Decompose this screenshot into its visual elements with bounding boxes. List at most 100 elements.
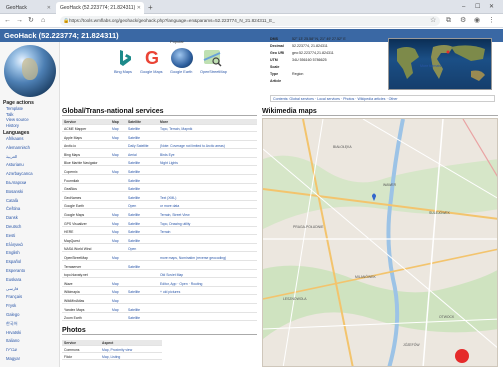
more-links[interactable]: + old pictures: [160, 289, 257, 295]
maximize-icon[interactable]: ☐: [475, 1, 480, 13]
map-link[interactable]: Map: [112, 289, 126, 295]
sidebar-language-item[interactable]: Azərbaycanca: [6, 171, 33, 176]
home-icon[interactable]: ⌂: [41, 15, 45, 27]
sidebar-action-item[interactable]: Template: [6, 106, 23, 111]
map-link[interactable]: Map: [112, 255, 126, 261]
satellite-link[interactable]: Satellite: [128, 135, 158, 141]
sidebar-language-item[interactable]: Galego: [6, 312, 20, 317]
map-link[interactable]: Map: [112, 238, 126, 244]
sidebar-language-item[interactable]: Hrvatski: [6, 330, 21, 335]
satellite-link[interactable]: Satellite: [128, 229, 158, 235]
sidebar-language-item[interactable]: Français: [6, 294, 22, 299]
more-links[interactable]: Topo, Drawing utility: [160, 221, 257, 227]
info-value[interactable]: 34U 556160 5786625: [292, 58, 327, 62]
star-icon[interactable]: ☆: [430, 15, 436, 27]
info-value[interactable]: Region: [292, 72, 303, 76]
info-value[interactable]: geo:52.223774,21.824311: [292, 51, 334, 55]
sidebar-language-item[interactable]: Bosanski: [6, 189, 23, 194]
more-links[interactable]: Birds Eye: [160, 152, 257, 158]
more-links[interactable]: (Note: Coverage not limited to Arctic ar…: [160, 143, 257, 149]
menu-icon[interactable]: ⋮: [488, 15, 495, 27]
photo-aspect-link[interactable]: Map, Listing: [102, 354, 162, 360]
satellite-link[interactable]: Daily Satellite: [128, 143, 158, 149]
forward-icon[interactable]: →: [16, 15, 23, 27]
satellite-link[interactable]: Satellite: [128, 289, 158, 295]
sidebar-language-item[interactable]: Dansk: [6, 215, 18, 220]
sidebar-language-item[interactable]: Euskara: [6, 277, 21, 282]
satellite-link[interactable]: Satellite: [128, 307, 158, 313]
satellite-link[interactable]: Satellite: [128, 186, 158, 192]
more-links[interactable]: Topo, Terrain, Mapnik: [160, 126, 257, 132]
profile-icon[interactable]: ◉: [474, 15, 480, 27]
close-icon[interactable]: ✕: [47, 2, 51, 14]
more-links[interactable]: more maps, Nominatim (reverse geocoding): [160, 255, 257, 261]
reload-icon[interactable]: ↻: [28, 15, 34, 27]
osm-icon[interactable]: [201, 48, 223, 68]
satellite-link[interactable]: Satellite: [128, 178, 158, 184]
more-links[interactable]: Night Lights: [160, 160, 257, 166]
map-link[interactable]: Map: [112, 169, 126, 175]
satellite-link[interactable]: Open: [128, 246, 158, 252]
satellite-link[interactable]: Satellite: [128, 160, 158, 166]
satellite-link[interactable]: Open: [128, 203, 158, 209]
sidebar-language-item[interactable]: Català: [6, 198, 18, 203]
browser-tab-1[interactable]: GeoHack ✕: [2, 2, 54, 14]
map-link[interactable]: Map: [112, 229, 126, 235]
location-marker-icon[interactable]: [455, 349, 469, 363]
sidebar-language-item[interactable]: 한국어: [6, 321, 18, 327]
sidebar-language-item[interactable]: Español: [6, 259, 21, 264]
settings-icon[interactable]: ⚙: [460, 15, 466, 27]
google-earth-link[interactable]: Google Earth: [170, 70, 192, 74]
more-formats-link[interactable]: More formats: [420, 64, 441, 68]
extensions-icon[interactable]: ⧉: [446, 15, 451, 27]
map-link[interactable]: Map: [112, 152, 126, 158]
back-icon[interactable]: ←: [4, 15, 11, 27]
map-link[interactable]: Map: [112, 135, 126, 141]
bing-icon[interactable]: [113, 48, 135, 68]
map-link[interactable]: Map: [112, 221, 126, 227]
bing-maps-link[interactable]: Bing Maps: [114, 70, 132, 74]
more-links[interactable]: or more data: [160, 203, 257, 209]
photo-aspect-link[interactable]: Map, Proximity view: [102, 347, 162, 353]
sidebar-language-item[interactable]: Български: [6, 180, 26, 185]
sidebar-language-item[interactable]: Alemannisch: [6, 145, 30, 150]
more-links[interactable]: Terrain: [160, 229, 257, 235]
sidebar-action-item[interactable]: Talk: [6, 112, 13, 117]
sidebar-language-item[interactable]: עברית: [6, 347, 17, 352]
sidebar-language-item[interactable]: العربية: [6, 154, 17, 159]
map-link[interactable]: Map: [112, 307, 126, 313]
satellite-link[interactable]: Aerial: [128, 152, 158, 158]
address-bar[interactable]: https://tools.wmflabs.org/geohack/geohac…: [60, 16, 440, 26]
sidebar-language-item[interactable]: Deutsch: [6, 224, 21, 229]
sidebar-action-item[interactable]: View source: [6, 117, 29, 122]
more-links[interactable]: Old Soviet Map: [160, 272, 257, 278]
map-link[interactable]: Map: [112, 212, 126, 218]
map-link[interactable]: Map: [112, 298, 126, 304]
sidebar-language-item[interactable]: Eesti: [6, 233, 15, 238]
earth-icon[interactable]: [171, 48, 193, 68]
info-value[interactable]: 52.223774, 21.824311: [292, 44, 328, 48]
google-icon[interactable]: G: [141, 48, 163, 68]
satellite-link[interactable]: Satellite: [128, 212, 158, 218]
satellite-link[interactable]: Satellite: [128, 195, 158, 201]
sidebar-language-item[interactable]: فارسی: [6, 286, 18, 291]
sidebar-language-item[interactable]: Esperanto: [6, 268, 25, 273]
more-links[interactable]: Terrain, Street View: [160, 212, 257, 218]
close-window-icon[interactable]: ✕: [489, 1, 494, 13]
sidebar-language-item[interactable]: Italiano: [6, 338, 20, 343]
satellite-link[interactable]: Satellite: [128, 264, 158, 270]
sidebar-action-item[interactable]: History: [6, 123, 19, 128]
sidebar-language-item[interactable]: Frysk: [6, 303, 16, 308]
satellite-link[interactable]: Satellite: [128, 238, 158, 244]
satellite-link[interactable]: Satellite: [128, 221, 158, 227]
sidebar-language-item[interactable]: English: [6, 250, 20, 255]
google-maps-link[interactable]: Google Maps: [140, 70, 163, 74]
wikimedia-map[interactable]: WAWER BIAŁOŁĘKA PRAGA-POŁUDNIE SULEJÓWEK…: [262, 118, 498, 367]
browser-tab-2[interactable]: GeoHack (52.223774; 21.824311) ✕: [56, 2, 144, 14]
map-link[interactable]: Map: [112, 281, 126, 287]
satellite-link[interactable]: Satellite: [128, 126, 158, 132]
sidebar-language-item[interactable]: Ελληνικά: [6, 242, 23, 247]
close-icon[interactable]: ✕: [137, 2, 141, 14]
new-tab-button[interactable]: +: [148, 2, 153, 13]
more-links[interactable]: Text (XML): [160, 195, 257, 201]
